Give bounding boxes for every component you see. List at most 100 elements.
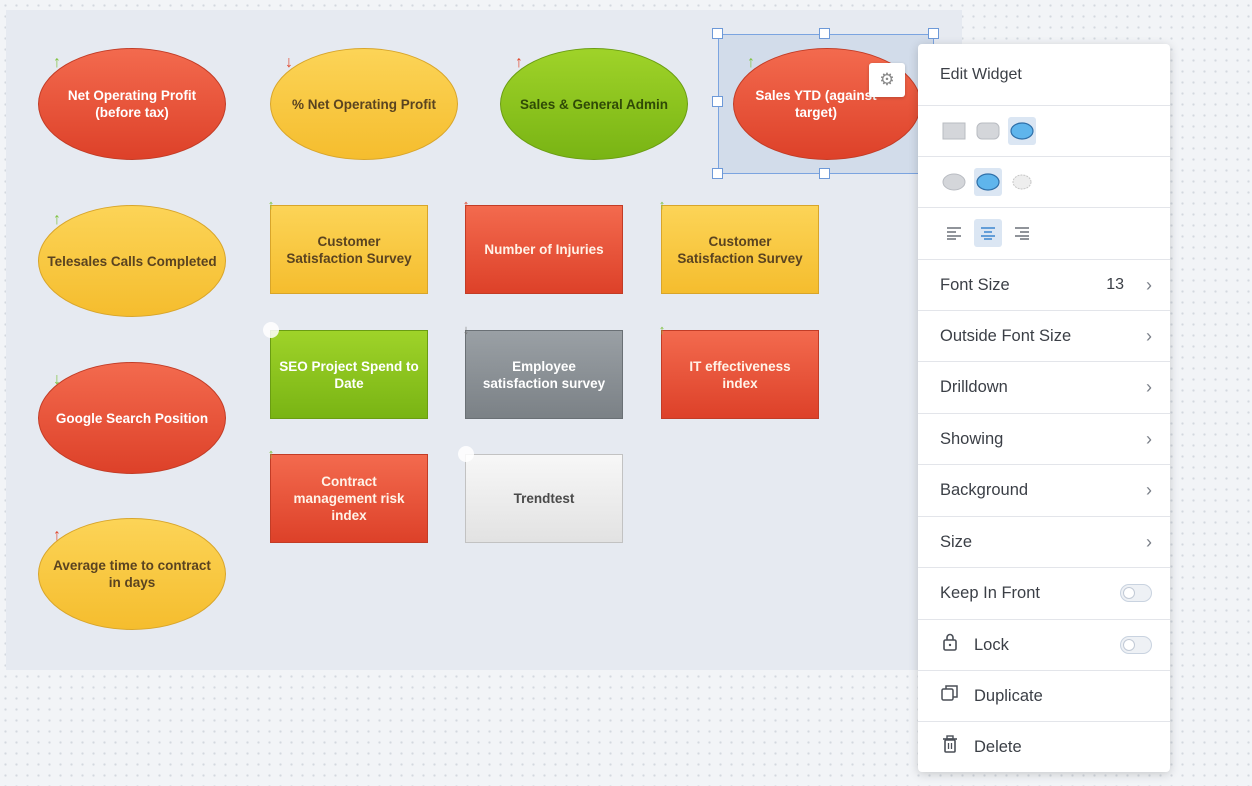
- panel-header: Edit Widget: [918, 44, 1170, 105]
- trend-up-icon: ↑: [53, 211, 61, 228]
- trend-up-icon: ↑: [658, 197, 666, 212]
- resize-handle-left[interactable]: [712, 96, 723, 107]
- gear-icon: ⚙: [879, 70, 895, 89]
- flat-ellipse-icon: [942, 173, 966, 191]
- trend-down-icon: ↓: [53, 371, 61, 388]
- widget-label: Customer Satisfaction Survey: [677, 233, 803, 266]
- font-size-label: Font Size: [940, 275, 1010, 294]
- widget-telesales-calls[interactable]: Telesales Calls Completed: [38, 205, 226, 317]
- widget-it-effectiveness[interactable]: IT effectiveness index: [661, 330, 819, 419]
- chevron-right-icon: ›: [1146, 428, 1152, 449]
- widget-label: Trendtest: [513, 491, 575, 506]
- align-center-option[interactable]: [974, 219, 1002, 247]
- widget-label: Net Operating Profit (before tax): [67, 88, 197, 120]
- size-row[interactable]: Size ›: [918, 516, 1170, 567]
- widget-seo-project-spend[interactable]: SEO Project Spend to Date: [270, 330, 428, 419]
- widget-label: Google Search Position: [55, 410, 209, 426]
- trend-up-icon: ↑: [267, 197, 275, 212]
- widget-label: Sales & General Admin: [519, 96, 669, 112]
- background-row[interactable]: Background ›: [918, 464, 1170, 515]
- lock-icon: [940, 633, 960, 657]
- widget-customer-satisfaction-1[interactable]: Customer Satisfaction Survey: [270, 205, 428, 294]
- trend-up-icon: ↑: [515, 54, 523, 71]
- resize-handle-top-left[interactable]: [712, 28, 723, 39]
- widget-employee-satisfaction[interactable]: Employee satisfaction survey: [465, 330, 623, 419]
- widget-label: Average time to contract in days: [53, 558, 211, 590]
- outside-font-size-label: Outside Font Size: [940, 326, 1072, 345]
- keep-in-front-label: Keep In Front: [940, 583, 1040, 602]
- widget-label: SEO Project Spend to Date: [279, 358, 419, 391]
- trend-up-icon: ↑: [462, 197, 470, 212]
- align-center-icon: [981, 227, 995, 240]
- gradient-ellipse-icon: [976, 173, 1000, 191]
- transparent-ellipse-icon: [1012, 174, 1032, 190]
- trash-icon: [940, 735, 960, 759]
- trend-up-icon: ↑: [53, 527, 61, 544]
- style-transparent-option[interactable]: [1008, 168, 1036, 196]
- widget-trendtest[interactable]: Trendtest: [465, 454, 623, 543]
- resize-handle-bottom-left[interactable]: [712, 168, 723, 179]
- resize-handle-bottom[interactable]: [819, 168, 830, 179]
- trend-neutral-icon: [458, 446, 474, 462]
- delete-row[interactable]: Delete: [918, 721, 1170, 772]
- background-label: Background: [940, 480, 1029, 499]
- font-size-value: 13: [1106, 276, 1124, 293]
- widget-number-of-injuries[interactable]: Number of Injuries: [465, 205, 623, 294]
- chevron-right-icon: ›: [1146, 531, 1152, 552]
- widget-label: Sales YTD (against target): [755, 88, 877, 120]
- widget-customer-satisfaction-2[interactable]: Customer Satisfaction Survey: [661, 205, 819, 294]
- style-options-row: [918, 156, 1170, 207]
- widget-label: Telesales Calls Completed: [47, 253, 217, 269]
- delete-label: Delete: [974, 737, 1022, 756]
- trend-up-icon: ↑: [747, 54, 755, 71]
- rectangle-icon: [942, 122, 966, 140]
- widget-avg-time-contract[interactable]: Average time to contract in days: [38, 518, 226, 630]
- resize-handle-top-right[interactable]: [928, 28, 939, 39]
- showing-row[interactable]: Showing ›: [918, 413, 1170, 464]
- resize-handle-top[interactable]: [819, 28, 830, 39]
- keep-in-front-toggle[interactable]: [1120, 584, 1152, 602]
- widget-label: % Net Operating Profit: [291, 96, 436, 112]
- lock-toggle[interactable]: [1120, 636, 1152, 654]
- style-gradient-option[interactable]: [974, 168, 1002, 196]
- panel-title: Edit Widget: [940, 65, 1022, 83]
- shape-rounded-option[interactable]: [974, 117, 1002, 145]
- duplicate-row[interactable]: Duplicate: [918, 670, 1170, 721]
- widget-sales-general-admin[interactable]: Sales & General Admin: [500, 48, 688, 160]
- style-flat-option[interactable]: [940, 168, 968, 196]
- widget-settings-button[interactable]: ⚙: [869, 63, 905, 97]
- trend-up-icon: ↑: [53, 54, 61, 71]
- trend-down-icon: ↓: [462, 322, 470, 337]
- widget-label: IT effectiveness index: [689, 358, 791, 391]
- shape-rectangle-option[interactable]: [940, 117, 968, 145]
- trend-up-icon: ↑: [658, 322, 666, 337]
- alignment-options-row: [918, 207, 1170, 258]
- shape-options-row: [918, 105, 1170, 156]
- shape-ellipse-option[interactable]: [1008, 117, 1036, 145]
- widget-google-search-position[interactable]: Google Search Position: [38, 362, 226, 474]
- chevron-right-icon: ›: [1146, 479, 1152, 500]
- widget-label: Contract management risk index: [293, 474, 405, 523]
- duplicate-label: Duplicate: [974, 686, 1043, 705]
- keep-in-front-row: Keep In Front: [918, 567, 1170, 618]
- align-left-option[interactable]: [940, 219, 968, 247]
- rounded-rectangle-icon: [976, 122, 1000, 140]
- widget-pct-net-operating-profit[interactable]: % Net Operating Profit: [270, 48, 458, 160]
- align-right-icon: [1015, 227, 1029, 240]
- widget-label: Number of Injuries: [484, 242, 604, 257]
- align-right-option[interactable]: [1008, 219, 1036, 247]
- widget-net-operating-profit[interactable]: Net Operating Profit (before tax): [38, 48, 226, 160]
- trend-down-icon: ↓: [285, 54, 293, 71]
- edit-widget-panel: Edit Widget Font Size 13 › Outside Font …: [918, 44, 1170, 772]
- widget-contract-risk[interactable]: Contract management risk index: [270, 454, 428, 543]
- trend-neutral-icon: [263, 322, 279, 338]
- chevron-right-icon: ›: [1146, 274, 1152, 295]
- trend-up-icon: ↑: [267, 446, 275, 461]
- font-size-row[interactable]: Font Size 13 ›: [918, 259, 1170, 310]
- outside-font-size-row[interactable]: Outside Font Size ›: [918, 310, 1170, 361]
- drilldown-label: Drilldown: [940, 377, 1008, 396]
- widget-label: Employee satisfaction survey: [482, 358, 606, 391]
- size-label: Size: [940, 532, 973, 551]
- chevron-right-icon: ›: [1146, 376, 1152, 397]
- drilldown-row[interactable]: Drilldown ›: [918, 361, 1170, 412]
